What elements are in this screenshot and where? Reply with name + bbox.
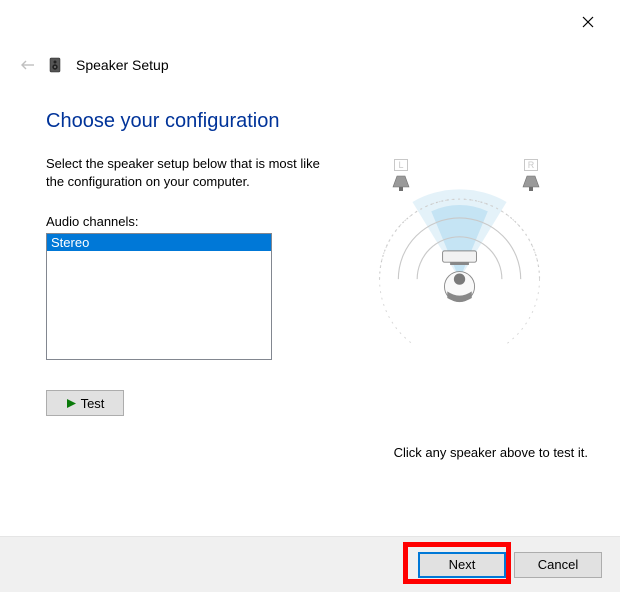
dialog-title: Speaker Setup bbox=[76, 57, 169, 73]
audio-channels-listbox[interactable]: Stereo bbox=[46, 233, 272, 360]
header: Speaker Setup bbox=[18, 50, 602, 80]
test-button[interactable]: Test bbox=[46, 390, 124, 416]
page-heading: Choose your configuration bbox=[46, 110, 600, 133]
list-item[interactable]: Stereo bbox=[47, 234, 271, 251]
play-icon bbox=[66, 398, 77, 409]
cancel-button[interactable]: Cancel bbox=[514, 552, 602, 578]
close-icon bbox=[582, 16, 594, 28]
speaker-setup-icon bbox=[46, 55, 66, 75]
back-button bbox=[18, 55, 38, 75]
speaker-diagram: L R bbox=[356, 155, 576, 355]
close-button[interactable] bbox=[576, 10, 600, 34]
channels-label: Audio channels: bbox=[46, 214, 346, 229]
left-speaker-label: L bbox=[394, 159, 407, 171]
test-button-label: Test bbox=[81, 396, 105, 411]
sound-arc-diagram bbox=[356, 185, 563, 345]
cancel-button-label: Cancel bbox=[538, 557, 578, 572]
dialog-window: Speaker Setup Choose your configuration … bbox=[0, 0, 620, 592]
arrow-left-icon bbox=[20, 57, 36, 73]
next-button-label: Next bbox=[449, 557, 476, 572]
instruction-text: Select the speaker setup below that is m… bbox=[46, 155, 346, 190]
content-area: Choose your configuration Select the spe… bbox=[46, 110, 600, 416]
footer-button-bar: Next Cancel bbox=[0, 536, 620, 592]
next-button[interactable]: Next bbox=[418, 552, 506, 578]
right-speaker-label: R bbox=[524, 159, 539, 171]
diagram-hint: Click any speaker above to test it. bbox=[394, 445, 588, 460]
